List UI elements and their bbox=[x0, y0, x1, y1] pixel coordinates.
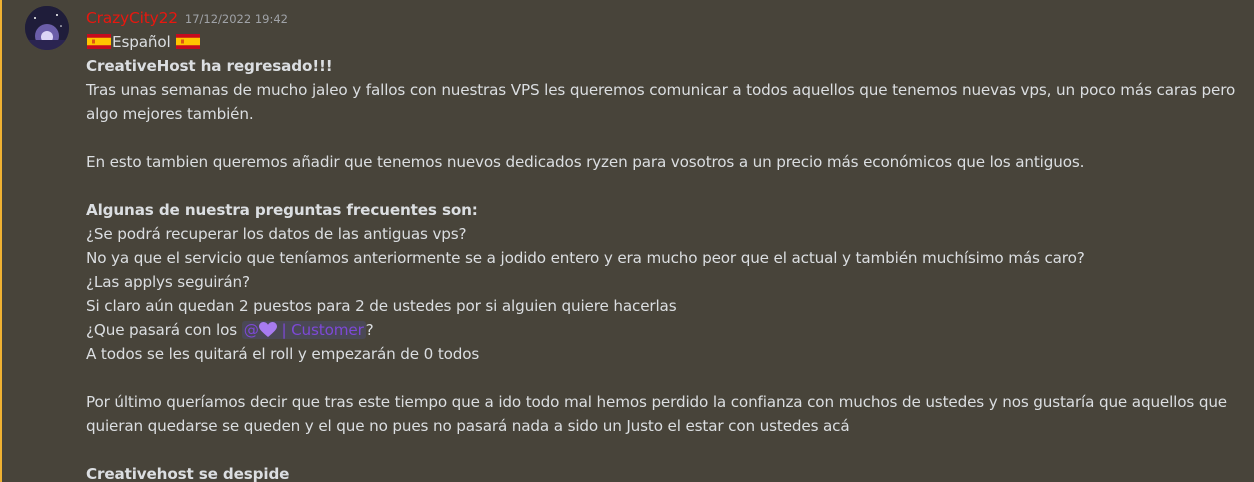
message-header: CrazyCity22 17/12/2022 19:42 bbox=[86, 9, 288, 27]
closing-paragraph: Por último queríamos decir que tras este… bbox=[86, 393, 1227, 435]
mention-role-name: | Customer bbox=[276, 321, 364, 339]
language-label: Español bbox=[112, 33, 171, 51]
username[interactable]: CrazyCity22 bbox=[86, 9, 178, 27]
purple-heart-icon bbox=[258, 322, 277, 337]
faq-question-1: ¿Se podrá recuperar los datos de las ant… bbox=[86, 225, 467, 243]
timestamp[interactable]: 17/12/2022 19:42 bbox=[185, 12, 288, 26]
announcement-title: CreativeHost ha regresado!!! bbox=[86, 57, 333, 75]
spain-flag-icon bbox=[176, 34, 201, 49]
faq-answer-2: Si claro aún quedan 2 puestos para 2 de … bbox=[86, 297, 677, 315]
faq-heading: Algunas de nuestra preguntas frecuentes … bbox=[86, 201, 478, 219]
faq-question-2: ¿Las applys seguirán? bbox=[86, 273, 250, 291]
paragraph-2: En esto tambien queremos añadir que tene… bbox=[86, 153, 1085, 171]
faq-question-3-prefix: ¿Que pasará con los bbox=[86, 321, 242, 339]
spain-flag-icon bbox=[87, 34, 111, 49]
role-mention[interactable]: @ | Customer bbox=[241, 321, 366, 339]
chat-message: CrazyCity22 17/12/2022 19:42 Español Cre… bbox=[0, 0, 1254, 482]
faq-answer-1: No ya que el servicio que teníamos anter… bbox=[86, 249, 1085, 267]
language-line: Español bbox=[86, 30, 1236, 54]
faq-question-3-suffix: ? bbox=[365, 321, 374, 339]
mention-highlight-bar bbox=[0, 0, 2, 482]
paragraph-1: Tras unas semanas de mucho jaleo y fallo… bbox=[86, 81, 1236, 123]
avatar[interactable] bbox=[25, 6, 69, 50]
mention-at: @ bbox=[243, 321, 259, 339]
message-content: Español CreativeHost ha regresado!!! Tra… bbox=[86, 30, 1236, 482]
signoff: Creativehost se despide bbox=[86, 465, 290, 482]
faq-answer-3: A todos se les quitará el roll y empezar… bbox=[86, 345, 480, 363]
faq-question-3: ¿Que pasará con los @ | Customer? bbox=[86, 318, 1236, 342]
